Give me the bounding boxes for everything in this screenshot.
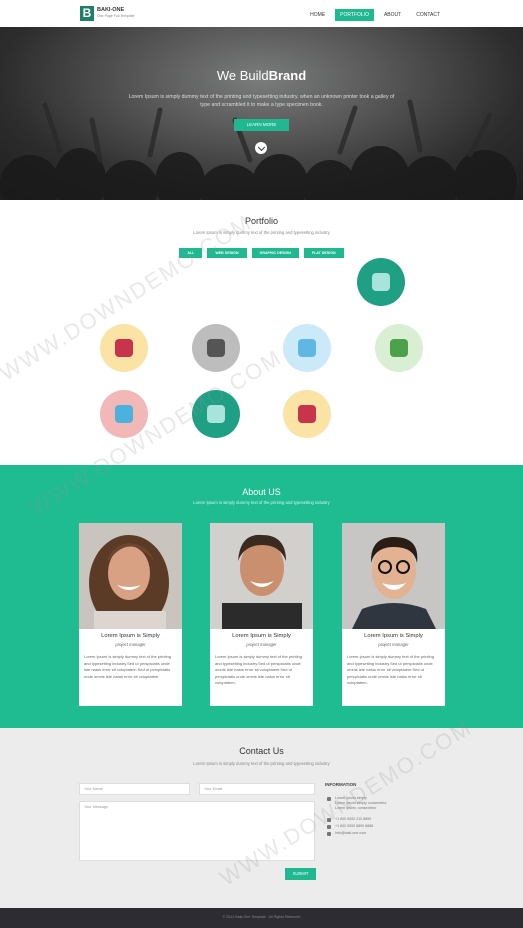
portfolio-filters: ALL WEB DESIGN GRAPHIC DESIGN FLAT DESIG… [0, 248, 523, 258]
phone-icon [327, 817, 331, 822]
filter-graphic-design[interactable]: GRAPHIC DESIGN [251, 248, 299, 258]
message-field[interactable]: Your Message [79, 801, 315, 861]
music-icon[interactable] [100, 324, 148, 372]
pie-chart-icon[interactable] [100, 390, 148, 438]
team-card: Lorem Ipsum is Simply project manager Lo… [342, 523, 445, 706]
learn-more-button[interactable]: LEARN MORE [234, 119, 289, 131]
brand-name: BAKI-ONE [97, 7, 125, 13]
icon-glyph [390, 339, 408, 357]
filter-flat-design[interactable]: FLAT DESIGN [303, 248, 344, 258]
icon-glyph [298, 339, 316, 357]
fax-icon [327, 824, 331, 829]
contact-title: Contact Us [239, 746, 284, 756]
music-icon[interactable] [283, 390, 331, 438]
team-name: Lorem Ipsum is Simply [364, 633, 423, 639]
team-photo [79, 523, 182, 629]
team-name: Lorem Ipsum is Simply [232, 633, 291, 639]
filter-web-design[interactable]: WEB DESIGN [207, 248, 247, 258]
team-card: Lorem Ipsum is Simply project manager Lo… [79, 523, 182, 706]
icon-glyph [115, 339, 133, 357]
team-photo [342, 523, 445, 629]
info-address: Lorem ipsum simply Lorem ipsum simply co… [327, 796, 387, 811]
nav-home[interactable]: HOME [305, 9, 330, 21]
top-nav: B BAKI-ONE One Page Full Template HOME P… [0, 0, 523, 27]
icon-glyph [207, 339, 225, 357]
portfolio-section: Portfolio Lorem Ipsum is simply dummy te… [0, 200, 523, 465]
nav-contact[interactable]: CONTACT [411, 9, 445, 21]
settings-icon[interactable] [192, 324, 240, 372]
about-subtitle: Lorem Ipsum is simply dummy text of the … [193, 500, 330, 505]
portfolio-title: Portfolio [244, 216, 279, 226]
icon-glyph [115, 405, 133, 423]
nav-menu: HOME PORTFOLIO ABOUT CONTACT [305, 9, 445, 21]
icon-glyph [298, 405, 316, 423]
filter-all[interactable]: ALL [179, 248, 203, 258]
info-title: INFORMATION [325, 782, 357, 787]
camera-icon[interactable] [357, 258, 405, 306]
portfolio-subtitle: Lorem Ipsum is simply dummy text of the … [193, 230, 330, 235]
location-icon [327, 796, 331, 801]
email-field[interactable]: Your Email [199, 783, 315, 795]
maps-icon[interactable] [375, 324, 423, 372]
hero-banner: We BuildBrand Lorem Ipsum is simply dumm… [0, 27, 523, 200]
footer-text: © 2014 Baki-One Template · All Rights Re… [222, 915, 301, 919]
hero-text: Lorem Ipsum is simply dummy text of the … [128, 94, 395, 108]
info-phone: +1 800 5000 210 8899 [327, 817, 371, 822]
team-description: Lorem Ipsum is simply dummy text of the … [84, 654, 171, 679]
logo-icon[interactable]: B [80, 6, 94, 21]
about-title: About US [242, 487, 281, 497]
team-role: project manager [115, 642, 146, 647]
contact-section: Contact Us Lorem Ipsum is simply dummy t… [0, 728, 523, 908]
icon-glyph [207, 405, 225, 423]
nav-portfolio[interactable]: PORTFOLIO [335, 9, 374, 21]
team-role: project manager [246, 642, 277, 647]
nav-about[interactable]: ABOUT [379, 9, 406, 21]
download-icon[interactable] [283, 324, 331, 372]
info-email[interactable]: Info@baki-one.com [327, 831, 366, 836]
brand-tagline: One Page Full Template [97, 14, 135, 18]
team-photo [210, 523, 313, 629]
camera-icon[interactable] [192, 390, 240, 438]
contact-subtitle: Lorem Ipsum is simply dummy text of the … [193, 761, 330, 766]
submit-button[interactable]: SUBMIT [285, 868, 316, 880]
name-field[interactable]: Your Name [79, 783, 190, 795]
info-fax: +1 800 5000 8899 8888 [327, 824, 373, 829]
icon-glyph [372, 273, 390, 291]
hero-title: We BuildBrand [216, 68, 307, 83]
team-description: Lorem Ipsum is simply dummy text of the … [215, 654, 302, 685]
team-role: project manager [378, 642, 409, 647]
scroll-down-icon[interactable] [255, 142, 267, 154]
about-section: About US Lorem Ipsum is simply dummy tex… [0, 465, 523, 728]
mail-icon [327, 831, 331, 836]
team-name: Lorem Ipsum is Simply [101, 633, 160, 639]
team-description: Lorem Ipsum is simply dummy text of the … [347, 654, 434, 685]
footer: © 2014 Baki-One Template · All Rights Re… [0, 908, 523, 928]
team-card: Lorem Ipsum is Simply project manager Lo… [210, 523, 313, 706]
